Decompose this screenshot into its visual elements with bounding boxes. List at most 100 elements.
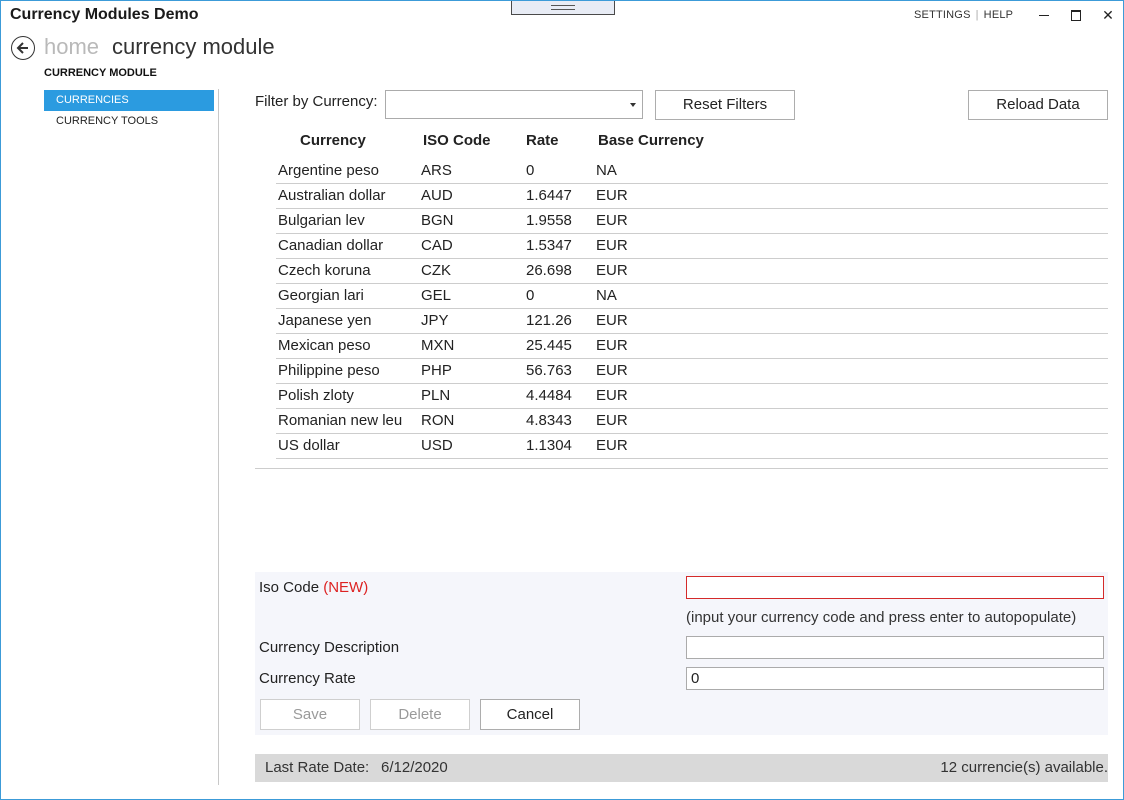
- column-header-base-currency[interactable]: Base Currency: [598, 132, 704, 149]
- cell-currency: Czech koruna: [278, 262, 371, 279]
- cell-rate: 0: [526, 287, 535, 304]
- cell-base-currency: EUR: [596, 387, 628, 404]
- filter-label: Filter by Currency:: [255, 93, 378, 110]
- cell-currency: Mexican peso: [278, 337, 371, 354]
- cell-rate: 0: [526, 162, 535, 179]
- iso-code-hint: (input your currency code and press ente…: [686, 609, 1077, 626]
- cell-currency: Argentine peso: [278, 162, 379, 179]
- cancel-button[interactable]: Cancel: [480, 699, 580, 730]
- table-row[interactable]: Bulgarian lev BGN 1.9558 EUR: [276, 209, 1108, 234]
- delete-button[interactable]: Delete: [370, 699, 470, 730]
- breadcrumb-home[interactable]: home: [44, 34, 99, 60]
- cell-base-currency: EUR: [596, 187, 628, 204]
- cell-iso-code: USD: [421, 437, 453, 454]
- column-header-rate[interactable]: Rate: [526, 132, 559, 149]
- table-row[interactable]: Australian dollar AUD 1.6447 EUR: [276, 184, 1108, 209]
- grid-rows: Argentine peso ARS 0 NA Australian dollar AUD…: [255, 159, 1108, 459]
- cell-iso-code: CAD: [421, 237, 453, 254]
- reload-data-button[interactable]: Reload Data: [968, 90, 1108, 120]
- cell-rate: 56.763: [526, 362, 572, 379]
- cell-base-currency: EUR: [596, 362, 628, 379]
- cell-currency: US dollar: [278, 437, 340, 454]
- table-row[interactable]: Philippine peso PHP 56.763 EUR: [276, 359, 1108, 384]
- table-row[interactable]: Czech koruna CZK 26.698 EUR: [276, 259, 1108, 284]
- cell-currency: Georgian lari: [278, 287, 364, 304]
- last-rate-date-label: Last Rate Date:: [265, 759, 370, 776]
- currency-description-label: Currency Description: [259, 639, 400, 656]
- cell-base-currency: EUR: [596, 237, 628, 254]
- currency-grid: Currency ISO Code Rate Base Currency Arg…: [255, 127, 1108, 469]
- title-bar: Currency Modules Demo SETTINGS | HELP ✕: [1, 1, 1123, 31]
- table-row[interactable]: US dollar USD 1.1304 EUR: [276, 434, 1108, 459]
- cell-currency: Australian dollar: [278, 187, 386, 204]
- grip-icon: [551, 5, 575, 10]
- cell-rate: 1.5347: [526, 237, 572, 254]
- app-window: Currency Modules Demo SETTINGS | HELP ✕ ho…: [0, 0, 1124, 800]
- currency-rate-input[interactable]: [686, 667, 1104, 690]
- cell-rate: 25.445: [526, 337, 572, 354]
- back-button[interactable]: [11, 36, 35, 60]
- cell-currency: Bulgarian lev: [278, 212, 365, 229]
- iso-code-input[interactable]: [686, 576, 1104, 599]
- cell-rate: 121.26: [526, 312, 572, 329]
- cell-base-currency: EUR: [596, 312, 628, 329]
- cell-rate: 4.4484: [526, 387, 572, 404]
- settings-link[interactable]: SETTINGS: [914, 9, 971, 21]
- column-header-currency[interactable]: Currency: [300, 132, 366, 149]
- new-tag: (NEW): [323, 579, 369, 596]
- table-row[interactable]: Mexican peso MXN 25.445 EUR: [276, 334, 1108, 359]
- currency-filter-dropdown[interactable]: [385, 90, 643, 119]
- close-button[interactable]: ✕: [1096, 5, 1120, 25]
- cell-currency: Romanian new leu: [278, 412, 403, 429]
- drag-handle[interactable]: [511, 1, 615, 15]
- cell-base-currency: EUR: [596, 262, 628, 279]
- sidebar-item-currency-tools[interactable]: CURRENCY TOOLS: [44, 111, 214, 132]
- module-label: CURRENCY MODULE: [44, 67, 157, 79]
- table-row[interactable]: Argentine peso ARS 0 NA: [276, 159, 1108, 184]
- cell-iso-code: AUD: [421, 187, 453, 204]
- help-link[interactable]: HELP: [984, 9, 1014, 21]
- cell-currency: Japanese yen: [278, 312, 372, 329]
- cell-rate: 1.6447: [526, 187, 572, 204]
- reset-filters-button[interactable]: Reset Filters: [655, 90, 795, 120]
- status-bar: Last Rate Date: 6/12/2020 12 currencie(s…: [255, 754, 1108, 782]
- cell-currency: Canadian dollar: [278, 237, 384, 254]
- table-row[interactable]: Romanian new leu RON 4.8343 EUR: [276, 409, 1108, 434]
- save-button[interactable]: Save: [260, 699, 360, 730]
- cell-rate: 1.9558: [526, 212, 572, 229]
- iso-code-label-text: Iso Code: [259, 579, 320, 596]
- table-row[interactable]: Georgian lari GEL 0 NA: [276, 284, 1108, 309]
- cell-currency: Polish zloty: [278, 387, 354, 404]
- cell-rate: 4.8343: [526, 412, 572, 429]
- minimize-icon: [1039, 15, 1049, 16]
- cell-iso-code: BGN: [421, 212, 454, 229]
- cell-base-currency: EUR: [596, 212, 628, 229]
- cell-iso-code: MXN: [421, 337, 455, 354]
- table-row[interactable]: Japanese yen JPY 121.26 EUR: [276, 309, 1108, 334]
- cell-base-currency: EUR: [596, 412, 628, 429]
- cell-iso-code: JPY: [421, 312, 449, 329]
- table-row[interactable]: Canadian dollar CAD 1.5347 EUR: [276, 234, 1108, 259]
- app-title: Currency Modules Demo: [10, 6, 199, 23]
- top-links: SETTINGS | HELP: [914, 9, 1013, 21]
- iso-code-label: Iso Code (NEW): [259, 579, 368, 596]
- maximize-button[interactable]: [1064, 5, 1088, 25]
- arrow-left-icon: [16, 42, 28, 54]
- cell-base-currency: EUR: [596, 437, 628, 454]
- grid-header: Currency ISO Code Rate Base Currency: [255, 127, 1108, 159]
- column-header-iso-code[interactable]: ISO Code: [423, 132, 491, 149]
- currency-edit-form: Iso Code (NEW) (input your currency code…: [255, 572, 1108, 735]
- table-row[interactable]: Polish zloty PLN 4.4484 EUR: [276, 384, 1108, 409]
- cell-iso-code: RON: [421, 412, 455, 429]
- page-title: currency module: [112, 34, 275, 59]
- chevron-down-icon: [630, 103, 636, 107]
- cell-iso-code: ARS: [421, 162, 452, 179]
- maximize-icon: [1071, 10, 1081, 21]
- cell-iso-code: CZK: [421, 262, 451, 279]
- cell-iso-code: GEL: [421, 287, 452, 304]
- currency-description-input[interactable]: [686, 636, 1104, 659]
- minimize-button[interactable]: [1032, 5, 1056, 25]
- cell-base-currency: NA: [596, 162, 617, 179]
- sidebar-item-currencies[interactable]: CURRENCIES: [44, 90, 214, 111]
- cell-currency: Philippine peso: [278, 362, 380, 379]
